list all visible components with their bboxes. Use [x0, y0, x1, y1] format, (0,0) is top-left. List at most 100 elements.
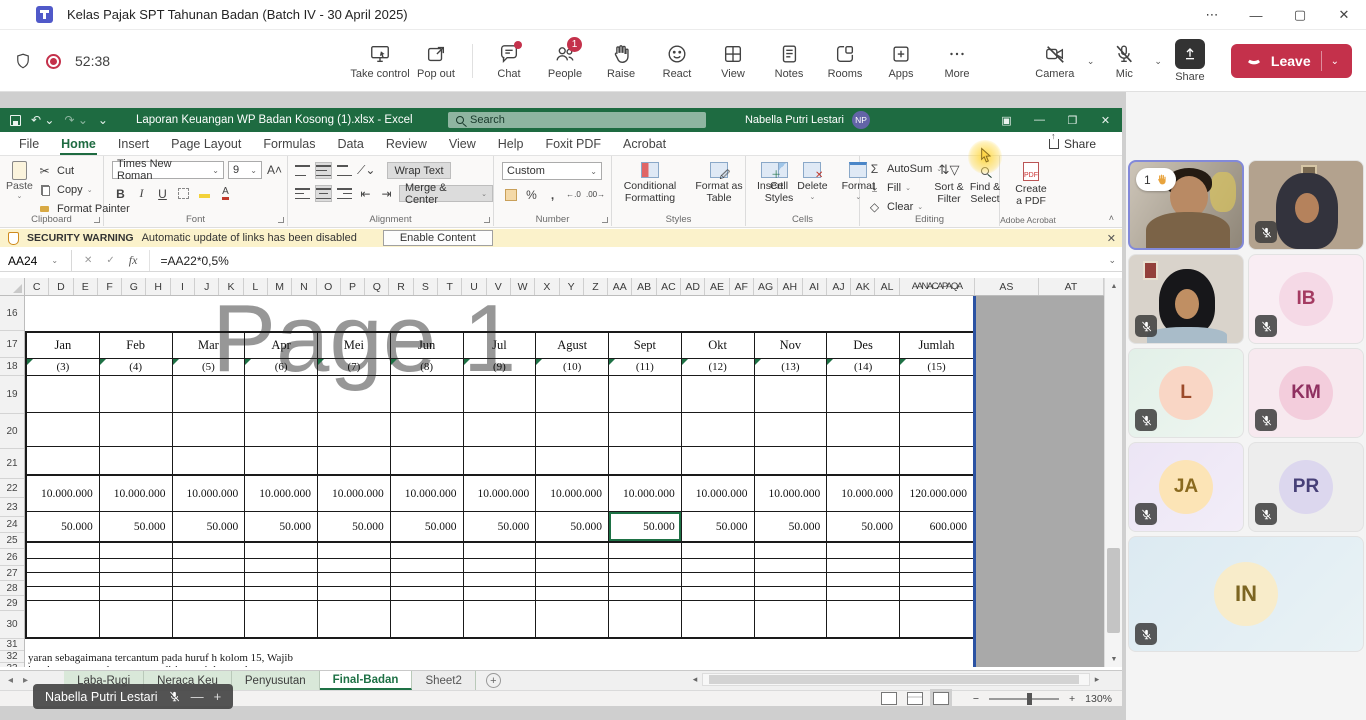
- security-bar-close-icon[interactable]: ✕: [1107, 232, 1116, 245]
- merge-center-button[interactable]: Merge & Center ⌄: [399, 185, 493, 202]
- column-header[interactable]: AK: [851, 278, 875, 295]
- column-header[interactable]: Y: [560, 278, 584, 295]
- row-header[interactable]: 22: [0, 479, 24, 498]
- grid-cell-month[interactable]: Des: [827, 333, 899, 359]
- align-left-icon[interactable]: [294, 185, 311, 202]
- leave-button[interactable]: Leave ⌄: [1231, 44, 1352, 78]
- undo-icon[interactable]: ↶ ⌄: [31, 113, 54, 127]
- cancel-entry-icon[interactable]: ✕: [84, 255, 92, 266]
- grid-cell-colnum[interactable]: (3): [27, 359, 99, 376]
- grid-cell-empty[interactable]: [536, 601, 608, 627]
- grid-cell-empty[interactable]: [391, 376, 463, 413]
- number-dialog-launcher-icon[interactable]: [602, 217, 608, 223]
- grid-cell-empty[interactable]: [900, 447, 973, 476]
- column-header[interactable]: AD: [681, 278, 705, 295]
- initials-tile[interactable]: L: [1128, 348, 1244, 438]
- pop-out-button[interactable]: Pop out: [408, 33, 464, 89]
- zoom-level[interactable]: 130%: [1085, 693, 1112, 705]
- spreadsheet-grid[interactable]: Page 1 161718192021222324252627282930313…: [0, 296, 1104, 667]
- grid-cell-empty[interactable]: [318, 376, 390, 413]
- grid-cell-value[interactable]: 50.000: [27, 512, 99, 543]
- align-right-icon[interactable]: [336, 185, 353, 202]
- column-header[interactable]: X: [535, 278, 559, 295]
- excel-share-button[interactable]: Share: [1049, 134, 1096, 154]
- scroll-up-icon[interactable]: ▲: [1105, 278, 1123, 294]
- decrease-decimal-icon[interactable]: .00→: [586, 186, 605, 203]
- ribbon-tab[interactable]: Help: [487, 132, 535, 155]
- excel-restore-button[interactable]: ❐: [1056, 108, 1089, 132]
- grid-cell-empty[interactable]: [318, 447, 390, 476]
- grid-cell-empty[interactable]: [173, 559, 245, 573]
- grid-cell-empty[interactable]: [682, 543, 754, 559]
- react-button[interactable]: React: [649, 33, 705, 89]
- ribbon-tab[interactable]: Page Layout: [160, 132, 252, 155]
- grid-cell-empty[interactable]: [682, 413, 754, 447]
- take-control-button[interactable]: Take control: [352, 33, 408, 89]
- zoom-out-icon[interactable]: −: [973, 693, 979, 705]
- formula-bar-expand-icon[interactable]: ⌄: [1108, 255, 1116, 266]
- column-header[interactable]: O: [317, 278, 341, 295]
- vertical-scroll-thumb[interactable]: [1107, 548, 1120, 633]
- grid-cell-empty[interactable]: [609, 559, 681, 573]
- row-header[interactable]: 16: [0, 296, 24, 331]
- row-header[interactable]: 31: [0, 639, 24, 651]
- paste-button[interactable]: Paste⌄: [6, 161, 33, 200]
- insert-function-icon[interactable]: fx: [129, 253, 138, 268]
- ribbon-tab[interactable]: Home: [50, 132, 107, 155]
- row-header[interactable]: 24: [0, 517, 24, 533]
- grid-cell-empty[interactable]: [318, 413, 390, 447]
- grid-cell-month[interactable]: Feb: [100, 333, 172, 359]
- grid-cell-empty[interactable]: [318, 559, 390, 573]
- column-header[interactable]: T: [438, 278, 462, 295]
- grid-cell-value[interactable]: 10.000.000: [755, 476, 827, 512]
- grid-cell-empty[interactable]: [755, 376, 827, 413]
- grid-cell-empty[interactable]: [318, 587, 390, 601]
- grid-cell-empty[interactable]: [391, 573, 463, 587]
- ribbon-tab[interactable]: Formulas: [252, 132, 326, 155]
- notes-button[interactable]: Notes: [761, 33, 817, 89]
- grid-cell-empty[interactable]: [682, 559, 754, 573]
- grid-cell-colnum[interactable]: (8): [391, 359, 463, 376]
- grid-cell-empty[interactable]: [27, 447, 99, 476]
- initials-tile[interactable]: JA: [1128, 442, 1244, 532]
- grid-cell-value[interactable]: 10.000.000: [827, 476, 899, 512]
- grid-cell-empty[interactable]: [900, 413, 973, 447]
- grid-cell-empty[interactable]: [27, 376, 99, 413]
- grid-cell-empty[interactable]: [245, 413, 317, 447]
- grid-cell-empty[interactable]: [827, 573, 899, 587]
- grid-cell-empty[interactable]: [755, 413, 827, 447]
- column-header[interactable]: J: [195, 278, 219, 295]
- column-header[interactable]: AC: [657, 278, 681, 295]
- bold-button[interactable]: B: [112, 185, 129, 202]
- grid-cell-value[interactable]: 50.000: [173, 512, 245, 543]
- grid-cell-empty[interactable]: [755, 587, 827, 601]
- column-header[interactable]: AL: [875, 278, 899, 295]
- row-header[interactable]: 17: [0, 331, 24, 358]
- grid-cell-empty[interactable]: [900, 559, 973, 573]
- zoom-increase-icon[interactable]: +: [214, 689, 222, 704]
- rooms-button[interactable]: Rooms: [817, 33, 873, 89]
- column-header[interactable]: AH: [778, 278, 802, 295]
- grid-cell-empty[interactable]: [245, 543, 317, 559]
- grid-cell-value[interactable]: 50.000: [100, 512, 172, 543]
- grid-cell-empty[interactable]: [27, 543, 99, 559]
- grid-cell-month[interactable]: Nov: [755, 333, 827, 359]
- grid-cell-empty[interactable]: [391, 559, 463, 573]
- grid-cell-value[interactable]: 10.000.000: [464, 476, 536, 512]
- grid-cell-empty[interactable]: [27, 573, 99, 587]
- grid-cell-empty[interactable]: [900, 573, 973, 587]
- excel-minimize-button[interactable]: —: [1023, 108, 1056, 132]
- align-center-icon[interactable]: [315, 185, 332, 202]
- increase-indent-icon[interactable]: ⇥: [378, 185, 395, 202]
- apps-button[interactable]: Apps: [873, 33, 929, 89]
- grid-cell-empty[interactable]: [900, 543, 973, 559]
- grid-cell-empty[interactable]: [536, 413, 608, 447]
- normal-view-icon[interactable]: [881, 692, 897, 705]
- row-header[interactable]: 29: [0, 596, 24, 611]
- ribbon-tab[interactable]: File: [8, 132, 50, 155]
- column-header[interactable]: D: [49, 278, 73, 295]
- font-color-icon[interactable]: A: [217, 185, 234, 202]
- grid-cell-empty[interactable]: [464, 447, 536, 476]
- grid-cell-colnum[interactable]: (13): [755, 359, 827, 376]
- grid-cell-empty[interactable]: [173, 543, 245, 559]
